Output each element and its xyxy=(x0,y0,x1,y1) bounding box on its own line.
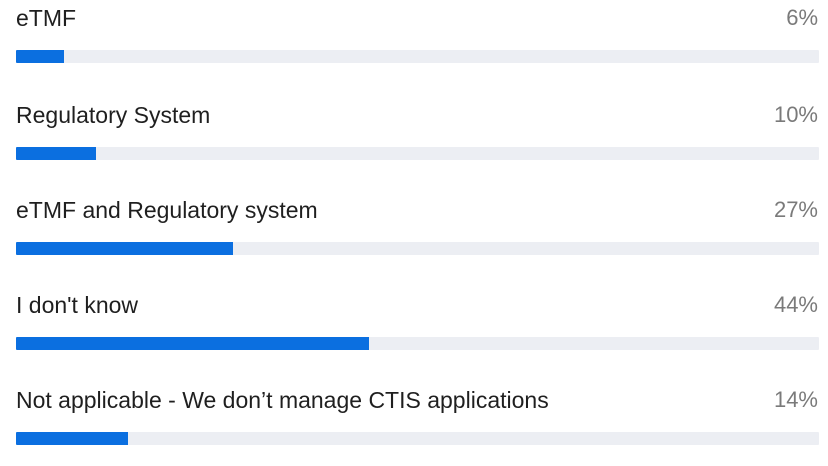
progress-track xyxy=(16,242,819,255)
option-label: eTMF and Regulatory system xyxy=(16,197,318,223)
option-label: Not applicable - We don’t manage CTIS ap… xyxy=(16,387,549,413)
option-percent: 44% xyxy=(773,292,818,317)
option-label: eTMF xyxy=(16,5,77,31)
progress-track xyxy=(16,337,819,350)
poll-option-dont-know: I don't know 44% xyxy=(0,291,828,371)
progress-track xyxy=(16,50,819,63)
option-label: I don't know xyxy=(16,292,139,318)
poll-results: eTMF 6% Regulatory System 10% eTMF and R… xyxy=(0,0,828,445)
progress-bar-fill xyxy=(16,242,233,255)
poll-option-etmf-and-regulatory: eTMF and Regulatory system 27% xyxy=(0,196,828,276)
option-label: Regulatory System xyxy=(16,102,211,128)
progress-bar-fill xyxy=(16,147,97,160)
poll-option-regulatory-system: Regulatory System 10% xyxy=(0,101,828,181)
option-percent: 14% xyxy=(773,387,818,412)
poll-option-not-applicable: Not applicable - We don’t manage CTIS ap… xyxy=(0,386,828,466)
option-percent: 27% xyxy=(773,197,818,222)
progress-track xyxy=(16,147,819,160)
progress-bar-fill xyxy=(16,337,370,350)
option-percent: 6% xyxy=(786,5,818,30)
progress-bar-fill xyxy=(16,50,65,63)
poll-option-etmf: eTMF 6% xyxy=(0,4,828,84)
option-percent: 10% xyxy=(773,102,818,127)
